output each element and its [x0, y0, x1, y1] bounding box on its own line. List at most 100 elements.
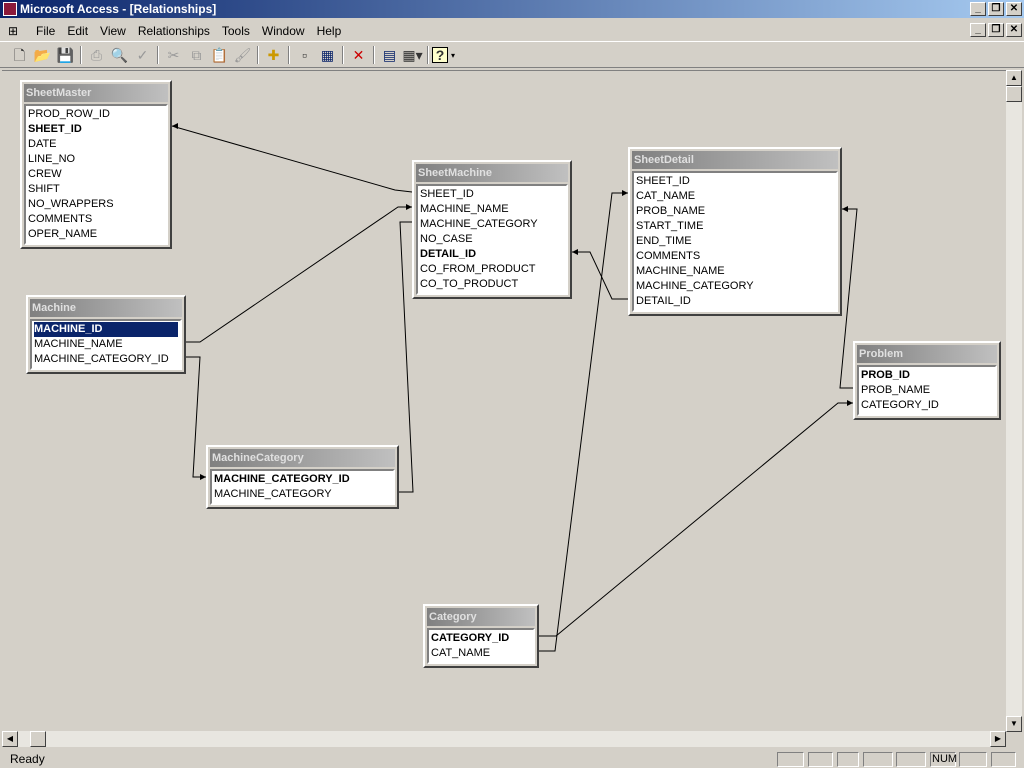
field-item[interactable]: PROB_ID	[861, 368, 993, 383]
print-icon[interactable]: ⎙	[85, 44, 108, 66]
table-window-problem[interactable]: Problem PROB_ID PROB_NAME CATEGORY_ID	[853, 341, 1001, 420]
doc-restore-button[interactable]: ❐	[988, 23, 1004, 37]
restore-button[interactable]: ❐	[988, 2, 1004, 16]
table-window-machine[interactable]: Machine MACHINE_ID MACHINE_NAME MACHINE_CAT…	[26, 295, 186, 374]
field-item[interactable]: PROB_NAME	[636, 204, 834, 219]
field-item[interactable]: MACHINE_NAME	[34, 337, 178, 352]
help-dropdown-icon[interactable]: ▾	[451, 51, 455, 60]
format-painter-icon[interactable]: 🖌	[231, 44, 254, 66]
field-item[interactable]: DATE	[28, 137, 164, 152]
table-title[interactable]: Category	[427, 608, 535, 626]
menu-tools[interactable]: Tools	[216, 24, 256, 38]
horizontal-scrollbar[interactable]: ◀ ▶	[2, 731, 1006, 747]
table-title[interactable]: SheetDetail	[632, 151, 838, 169]
table-window-sheetmaster[interactable]: SheetMaster PROD_ROW_ID SHEET_ID DATE LINE_N…	[20, 80, 172, 249]
doc-close-button[interactable]: ✕	[1006, 23, 1022, 37]
new-object-icon[interactable]: ▦▾	[401, 44, 424, 66]
scroll-left-button[interactable]: ◀	[2, 731, 18, 747]
field-item[interactable]: PROB_NAME	[861, 383, 993, 398]
scroll-up-button[interactable]: ▲	[1006, 70, 1022, 86]
help-icon[interactable]: ?	[432, 47, 448, 63]
field-item[interactable]: MACHINE_CATEGORY	[636, 279, 834, 294]
menu-help[interactable]: Help	[311, 24, 348, 38]
relationships-doc-icon[interactable]: ⊞	[8, 24, 26, 38]
field-item[interactable]: CREW	[28, 167, 164, 182]
table-title[interactable]: SheetMaster	[24, 84, 168, 102]
new-icon[interactable]: 🗋	[8, 44, 31, 66]
spelling-icon[interactable]: ✓	[131, 44, 154, 66]
database-window-icon[interactable]: ▤	[378, 44, 401, 66]
table-title[interactable]: Machine	[30, 299, 182, 317]
menu-view[interactable]: View	[94, 24, 132, 38]
table-window-sheetmachine[interactable]: SheetMachine SHEET_ID MACHINE_NAME MACHINE_…	[412, 160, 572, 299]
field-item[interactable]: MACHINE_NAME	[420, 202, 564, 217]
field-item[interactable]: SHIFT	[28, 182, 164, 197]
field-item[interactable]: DETAIL_ID	[420, 247, 564, 262]
window-title: Microsoft Access - [Relationships]	[20, 2, 217, 16]
paste-icon[interactable]: 📋	[208, 44, 231, 66]
table-title[interactable]: Problem	[857, 345, 997, 363]
delete-icon[interactable]: ✕	[347, 44, 370, 66]
table-window-sheetdetail[interactable]: SheetDetail SHEET_ID CAT_NAME PROB_NAME STAR…	[628, 147, 842, 316]
status-pane	[896, 752, 926, 767]
field-item[interactable]: COMMENTS	[28, 212, 164, 227]
table-title[interactable]: MachineCategory	[210, 449, 395, 467]
menu-window[interactable]: Window	[256, 24, 311, 38]
field-item[interactable]: CATEGORY_ID	[861, 398, 993, 413]
status-pane	[991, 752, 1016, 767]
scroll-right-button[interactable]: ▶	[990, 731, 1006, 747]
field-item[interactable]: CO_FROM_PRODUCT	[420, 262, 564, 277]
field-item[interactable]: PROD_ROW_ID	[28, 107, 164, 122]
scroll-down-button[interactable]: ▼	[1006, 716, 1022, 732]
field-item[interactable]: SHEET_ID	[636, 174, 834, 189]
field-item[interactable]: OPER_NAME	[28, 227, 164, 242]
menu-edit[interactable]: Edit	[61, 24, 94, 38]
show-table-icon[interactable]: ✚	[262, 44, 285, 66]
field-item[interactable]: SHEET_ID	[28, 122, 164, 137]
field-item[interactable]: MACHINE_ID	[33, 321, 179, 338]
doc-minimize-button[interactable]: _	[970, 23, 986, 37]
field-item[interactable]: CAT_NAME	[636, 189, 834, 204]
field-item[interactable]: MACHINE_CATEGORY	[214, 487, 391, 502]
field-item[interactable]: NO_CASE	[420, 232, 564, 247]
menu-bar: ⊞ File Edit View Relationships Tools Win…	[0, 20, 1024, 42]
status-pane	[863, 752, 893, 767]
table-window-category[interactable]: Category CATEGORY_ID CAT_NAME	[423, 604, 539, 668]
num-lock-indicator: NUM	[930, 752, 958, 767]
field-item[interactable]: END_TIME	[636, 234, 834, 249]
show-all-relationships-icon[interactable]: ▦	[316, 44, 339, 66]
save-icon[interactable]: 💾	[54, 44, 77, 66]
minimize-button[interactable]: _	[970, 2, 986, 16]
toolbar: 🗋 📂 💾 ⎙ 🔍 ✓ ✂ ⧉ 📋 🖌 ✚ ▫ ▦ ✕ ▤ ▦▾ ? ▾	[0, 43, 1024, 68]
close-button[interactable]: ✕	[1006, 2, 1022, 16]
field-list: SHEET_ID MACHINE_NAME MACHINE_CATEGORY NO_C…	[416, 184, 568, 295]
print-preview-icon[interactable]: 🔍	[108, 44, 131, 66]
status-pane	[808, 752, 833, 767]
field-item[interactable]: LINE_NO	[28, 152, 164, 167]
table-window-machinecategory[interactable]: MachineCategory MACHINE_CATEGORY_ID MACHIN…	[206, 445, 399, 509]
field-item[interactable]: MACHINE_NAME	[636, 264, 834, 279]
field-item[interactable]: COMMENTS	[636, 249, 834, 264]
menu-relationships[interactable]: Relationships	[132, 24, 216, 38]
copy-icon[interactable]: ⧉	[185, 44, 208, 66]
field-item[interactable]: MACHINE_CATEGORY_ID	[214, 472, 391, 487]
status-bar: Ready NUM	[0, 750, 1024, 768]
field-item[interactable]: DETAIL_ID	[636, 294, 834, 309]
show-direct-relationships-icon[interactable]: ▫	[293, 44, 316, 66]
field-item[interactable]: MACHINE_CATEGORY_ID	[34, 352, 178, 367]
field-item[interactable]: SHEET_ID	[420, 187, 564, 202]
field-list: SHEET_ID CAT_NAME PROB_NAME START_TIME END_T…	[632, 171, 838, 312]
field-item[interactable]: CAT_NAME	[431, 646, 531, 661]
menu-file[interactable]: File	[30, 24, 61, 38]
field-item[interactable]: START_TIME	[636, 219, 834, 234]
vertical-scrollbar[interactable]: ▲ ▼	[1006, 70, 1022, 732]
field-item[interactable]: NO_WRAPPERS	[28, 197, 164, 212]
cut-icon[interactable]: ✂	[162, 44, 185, 66]
field-item[interactable]: CO_TO_PRODUCT	[420, 277, 564, 292]
horizontal-scroll-thumb[interactable]	[30, 731, 46, 747]
open-icon[interactable]: 📂	[31, 44, 54, 66]
vertical-scroll-thumb[interactable]	[1006, 86, 1022, 102]
field-item[interactable]: CATEGORY_ID	[431, 631, 531, 646]
table-title[interactable]: SheetMachine	[416, 164, 568, 182]
field-item[interactable]: MACHINE_CATEGORY	[420, 217, 564, 232]
